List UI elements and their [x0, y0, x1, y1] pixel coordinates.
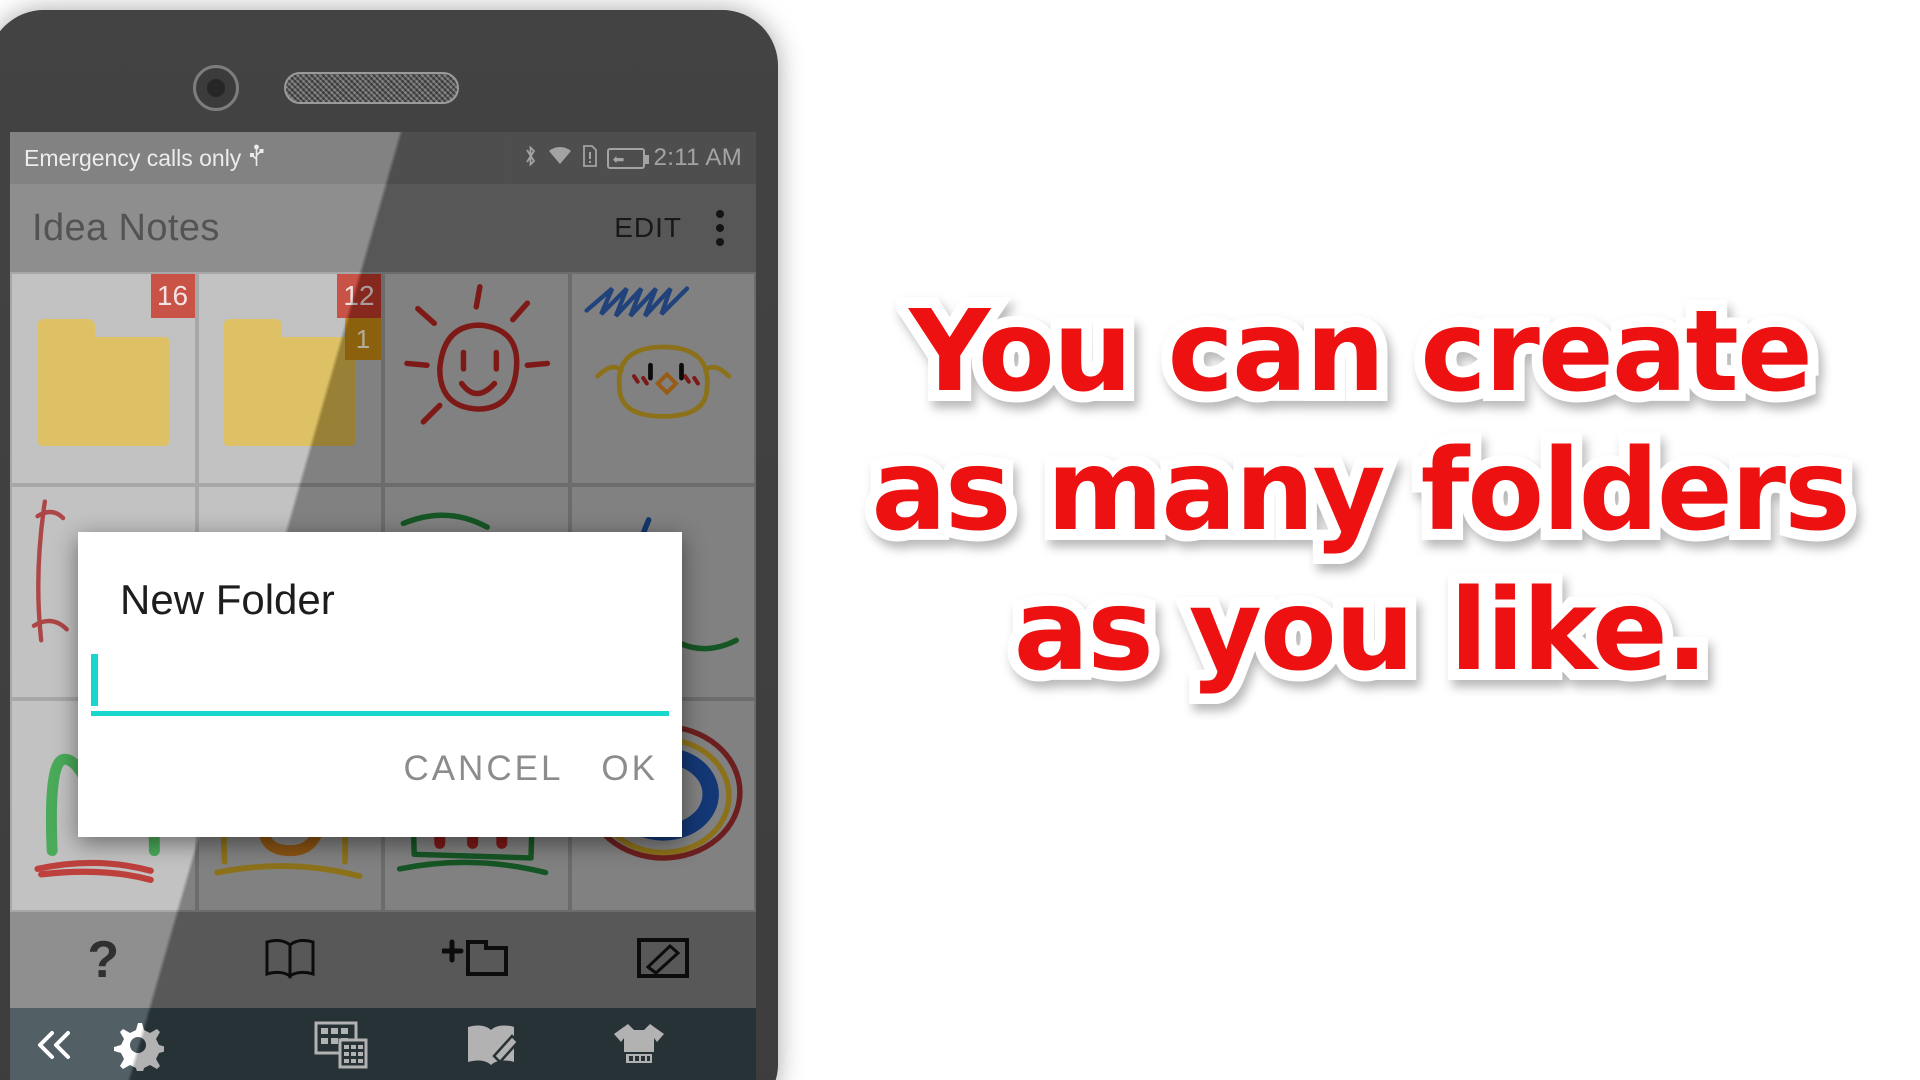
carrier-text: Emergency calls only [24, 144, 242, 171]
bluetooth-icon [523, 144, 538, 172]
earpiece-speaker-icon [284, 72, 459, 104]
folder-item[interactable]: 12 1 [198, 274, 381, 484]
marketing-line-2: as many folders [860, 417, 1861, 565]
overflow-menu-icon[interactable] [706, 208, 734, 248]
folder-subbadge-count: 1 [345, 318, 381, 360]
cancel-button[interactable]: CANCEL [403, 749, 563, 789]
screenshot-root: Emergency calls only ⬅ 2:11 AM Idea Note… [0, 0, 1920, 1080]
dialog-title: New Folder [120, 576, 335, 623]
theme-shirt-icon[interactable] [610, 1020, 668, 1070]
folder-name-input[interactable] [91, 654, 669, 716]
status-bar-left: Emergency calls only [24, 144, 264, 172]
help-button[interactable]: ? [10, 912, 197, 1008]
edit-button[interactable]: EDIT [614, 212, 682, 244]
status-bar-right: ⬅ 2:11 AM [523, 144, 742, 172]
folder-icon [224, 319, 356, 446]
status-bar: Emergency calls only ⬅ 2:11 AM [10, 132, 756, 184]
open-book-icon [263, 937, 317, 984]
front-camera-icon [193, 65, 239, 111]
usb-icon [249, 144, 264, 172]
note-thumbnail-chick[interactable] [571, 274, 754, 484]
wifi-icon [547, 145, 573, 171]
sim-alert-icon [582, 145, 598, 171]
chick-drawing [583, 286, 731, 419]
input-underline [91, 711, 669, 716]
app-bar-actions: EDIT [614, 208, 734, 248]
marketing-caption: You can create as many folders as you li… [820, 278, 1900, 708]
new-note-button[interactable] [570, 912, 757, 1008]
gear-settings-icon[interactable] [112, 1019, 164, 1071]
microphone-icon[interactable] [754, 1020, 756, 1070]
pencil-edit-icon [636, 936, 690, 985]
phone-screen: Emergency calls only ⬅ 2:11 AM Idea Note… [10, 132, 756, 1080]
note-thumbnail-sun[interactable] [385, 274, 568, 484]
dialog-actions: CANCEL OK [403, 749, 658, 789]
new-folder-dialog: New Folder CANCEL OK [78, 532, 682, 837]
help-question-icon: ? [87, 931, 120, 989]
phone-top-bezel [0, 10, 778, 138]
keyboard-toolbar [10, 1008, 756, 1080]
marketing-line-3: as you like. [1003, 557, 1720, 705]
notebook-button[interactable] [197, 912, 384, 1008]
book-pencil-icon[interactable] [464, 1020, 520, 1070]
text-caret [91, 654, 98, 706]
bottom-toolbar: ? [10, 912, 756, 1008]
chevron-double-left-icon[interactable] [32, 1025, 76, 1065]
folder-item[interactable]: 16 [12, 274, 195, 484]
keypad-layout-icon[interactable] [314, 1021, 368, 1069]
battery-charging-icon: ⬅ [606, 147, 649, 169]
marketing-line-1: You can create [898, 278, 1824, 426]
folder-badge-count: 12 [337, 274, 381, 318]
app-bar: Idea Notes EDIT [10, 184, 756, 272]
add-folder-button[interactable] [383, 912, 570, 1008]
add-folder-icon [440, 936, 510, 985]
folder-icon [37, 319, 169, 446]
ok-button[interactable]: OK [601, 749, 658, 789]
status-clock: 2:11 AM [653, 144, 742, 171]
page-title: Idea Notes [32, 206, 220, 249]
folder-badge-count: 16 [150, 274, 195, 318]
sun-drawing [404, 284, 551, 425]
phone-device: Emergency calls only ⬅ 2:11 AM Idea Note… [0, 10, 778, 1080]
